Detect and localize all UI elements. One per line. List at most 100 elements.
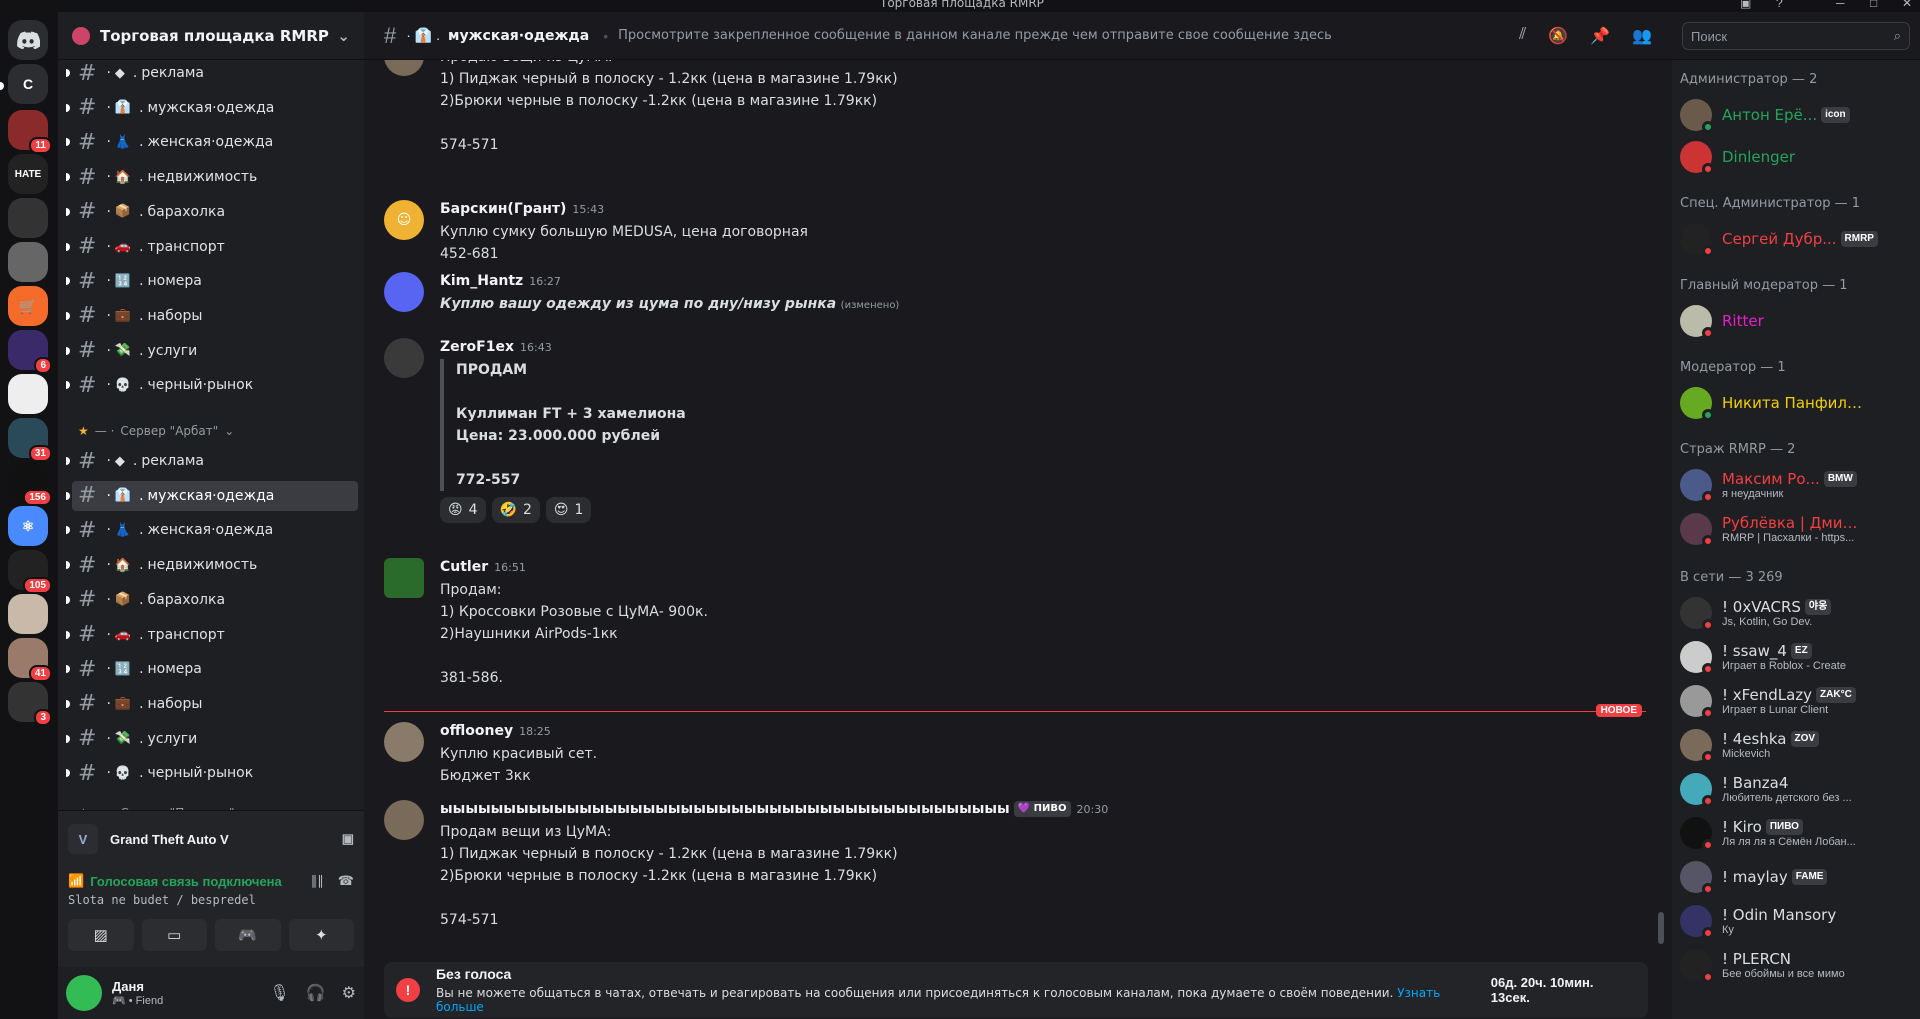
- voice-channel-path[interactable]: Slota ne budet / bespredel: [68, 893, 354, 907]
- message-author[interactable]: ыыыыыыыыыыыыыыыыыыыыыыыыыыыыыыыыыыыыыыыы…: [440, 801, 1010, 817]
- threads-icon[interactable]: ⫽: [1519, 26, 1526, 46]
- member-item[interactable]: ! Odin Mansory Ку: [1680, 900, 1916, 942]
- headphones-icon[interactable]: 🎧: [306, 983, 326, 1003]
- member-item[interactable]: ! PLERCN Бее обоймы и все мимо: [1680, 944, 1916, 986]
- avatar[interactable]: [384, 60, 424, 76]
- avatar[interactable]: [384, 338, 424, 378]
- scrollbar-thumb[interactable]: [1658, 912, 1664, 944]
- server-icon[interactable]: [8, 374, 48, 414]
- server-icon[interactable]: 156: [8, 462, 52, 506]
- server-icon[interactable]: 3: [8, 682, 52, 726]
- channel-item[interactable]: # · 👗. женская·одежда: [66, 515, 358, 545]
- server-hate-icon[interactable]: HATE: [8, 154, 48, 194]
- server-react-icon[interactable]: ⚛: [8, 506, 48, 546]
- member-item[interactable]: Ritter: [1680, 300, 1916, 342]
- noise-suppression-icon[interactable]: ∥∥: [311, 873, 324, 889]
- member-category: Главный модератор — 1: [1680, 278, 1848, 293]
- notification-icon[interactable]: 🔕: [1548, 26, 1568, 46]
- member-item[interactable]: Рублёвка | Дмитри...RMRP | Пасхалки - ht…: [1680, 508, 1916, 550]
- server-icon[interactable]: 41: [8, 638, 52, 682]
- new-messages-divider: [384, 711, 1646, 712]
- member-item[interactable]: Сергей Дубр... RMRP: [1680, 218, 1916, 260]
- soundboard-button[interactable]: ✦: [288, 919, 354, 951]
- message: Kim_Hantz 16:27 Куплю вашу одежду из цума…: [384, 270, 1644, 317]
- avatar[interactable]: [384, 722, 424, 762]
- screen-share-button[interactable]: ▭: [141, 919, 207, 951]
- reaction-button[interactable]: 😡 4: [440, 497, 486, 523]
- channel-item[interactable]: # · 🔢. номера: [66, 266, 358, 296]
- channel-item[interactable]: # · 🚗. транспорт: [66, 620, 358, 650]
- server-icon[interactable]: [8, 198, 48, 238]
- members-icon[interactable]: 👥: [1632, 26, 1652, 46]
- activity-panel[interactable]: V Grand Theft Auto V ▣: [58, 811, 364, 867]
- channel-topic[interactable]: Просмотрите закрепленное сообщение в дан…: [618, 28, 1332, 43]
- close-button[interactable]: ✕: [1902, 0, 1912, 10]
- server-icon[interactable]: 31: [8, 418, 52, 462]
- channel-item[interactable]: # · 🚗. транспорт: [66, 232, 358, 262]
- pin-icon[interactable]: 📌: [1590, 26, 1610, 46]
- server-icon[interactable]: 105: [8, 550, 52, 594]
- server-icon[interactable]: 11: [8, 110, 52, 154]
- channel-item[interactable]: # · ◆. реклама: [66, 58, 358, 88]
- message-author[interactable]: Cutler: [440, 559, 488, 575]
- member-item[interactable]: Максим Ро... BMW я неудачник: [1680, 464, 1916, 506]
- channel-item[interactable]: # · 🔢. номера: [66, 654, 358, 684]
- channel-item[interactable]: # · 👔. мужская·одежда: [66, 480, 358, 511]
- avatar[interactable]: ☺: [384, 200, 424, 240]
- channel-item[interactable]: # · 💼. наборы: [66, 301, 358, 331]
- channel-item[interactable]: # · 👗. женская·одежда: [66, 127, 358, 157]
- category-arbat[interactable]: ★ — · Сервер "Арбат" ⌄: [78, 424, 234, 438]
- server-icon[interactable]: [8, 594, 48, 634]
- discord-home-icon[interactable]: [8, 20, 48, 60]
- member-item[interactable]: ! 0xVACRS 야옹 Js, Kotlin, Go Dev.: [1680, 592, 1916, 634]
- message-author[interactable]: offlooney: [440, 723, 513, 739]
- channel-item[interactable]: # · 💸. услуги: [66, 336, 358, 366]
- channel-item[interactable]: # · 🏠. недвижимость: [66, 162, 358, 192]
- maximize-button[interactable]: □: [1870, 0, 1877, 10]
- server-header[interactable]: Торговая площадка RMRP ⌄: [58, 12, 364, 60]
- disconnect-icon[interactable]: ☎: [338, 873, 354, 889]
- help-icon[interactable]: ?: [1776, 0, 1783, 10]
- server-shop-icon[interactable]: 🛒: [8, 286, 48, 326]
- member-item[interactable]: Никита Панфилов: [1680, 382, 1916, 424]
- server-icon[interactable]: 6: [8, 330, 52, 374]
- channel-item[interactable]: # · 💼. наборы: [66, 689, 358, 719]
- message-author[interactable]: ZeroF1ex: [440, 339, 514, 355]
- camera-off-button[interactable]: ▨: [68, 919, 134, 951]
- channel-item[interactable]: # · 🏠. недвижимость: [66, 550, 358, 580]
- avatar[interactable]: [384, 800, 424, 840]
- avatar[interactable]: [66, 975, 102, 1011]
- member-item[interactable]: ! 4eshka ZOV Mickevich: [1680, 724, 1916, 766]
- screen-share-icon[interactable]: ▣: [342, 831, 354, 847]
- message-author[interactable]: Барскин(Грант): [440, 201, 566, 217]
- channel-name: услуги: [147, 342, 198, 359]
- channel-item[interactable]: # · 💀. черный·рынок: [66, 370, 358, 400]
- member-item[interactable]: ! xFendLazy ZAK°C Играет в Lunar Client: [1680, 680, 1916, 722]
- channel-item[interactable]: # · 📦. барахолка: [66, 197, 358, 227]
- server-icon[interactable]: [8, 242, 48, 282]
- reaction-button[interactable]: 🤣 2: [491, 497, 540, 523]
- channel-item[interactable]: # · 💸. услуги: [66, 724, 358, 754]
- microphone-icon[interactable]: 🎙: [269, 983, 289, 1003]
- member-item[interactable]: ! ssaw_4 EZ Играет в Roblox - Create: [1680, 636, 1916, 678]
- inbox-icon[interactable]: ▣: [1740, 0, 1751, 10]
- minimize-button[interactable]: ─: [1836, 0, 1845, 10]
- avatar[interactable]: [384, 558, 424, 598]
- member-item[interactable]: Антон Ерё... icon: [1680, 94, 1916, 136]
- channel-item[interactable]: # · 📦. барахолка: [66, 585, 358, 615]
- member-item[interactable]: Dinlenger: [1680, 136, 1916, 178]
- channel-item[interactable]: # · 💀. черный·рынок: [66, 758, 358, 788]
- unread-indicator: [66, 207, 70, 216]
- server-c-icon[interactable]: C: [8, 64, 48, 104]
- message-author[interactable]: Kim_Hantz: [440, 273, 523, 289]
- gear-icon[interactable]: ⚙: [342, 983, 356, 1003]
- activities-button[interactable]: 🎮: [215, 919, 281, 951]
- member-item[interactable]: ! maylay FAME: [1680, 856, 1916, 898]
- channel-item[interactable]: # · 👔. мужская·одежда: [66, 93, 358, 123]
- member-item[interactable]: ! Banza4 Любитель детского без ...: [1680, 768, 1916, 810]
- search-input[interactable]: Поиск ⌕: [1682, 22, 1910, 50]
- member-item[interactable]: ! Kiro ПИВО Ля ля ля я Сёмён Лобан...: [1680, 812, 1916, 854]
- reaction-button[interactable]: 😍 1: [545, 497, 592, 523]
- avatar[interactable]: [384, 272, 424, 312]
- channel-item[interactable]: # · ◆. реклама: [66, 446, 358, 476]
